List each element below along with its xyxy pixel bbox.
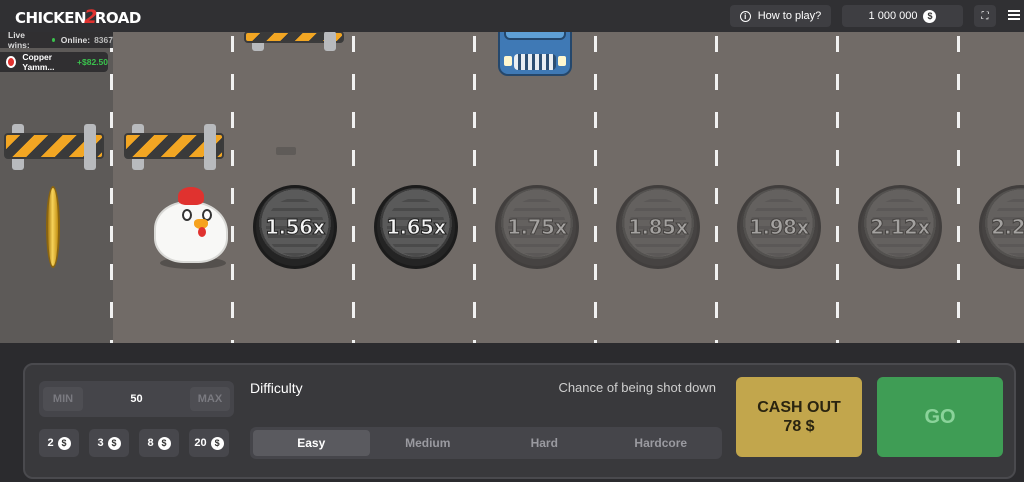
bet-amount-control: MIN 50 MAX xyxy=(39,381,234,417)
dollar-coin-icon: $ xyxy=(210,436,224,450)
multiplier-label: 2.28x xyxy=(991,215,1024,240)
difficulty-tab-hardcore[interactable]: Hardcore xyxy=(603,430,720,456)
lane-line xyxy=(231,0,234,343)
live-win-entry: Copper Yamm... +$82.50 xyxy=(0,52,108,72)
chance-label: Chance of being shot down xyxy=(558,380,716,395)
gold-coin-icon xyxy=(46,186,60,268)
multiplier-label: 1.75x xyxy=(507,215,568,240)
control-panel: MIN 50 MAX 2 $ 3 $ 8 $ 20 $ Difficulty C… xyxy=(0,343,1024,482)
balance-value: 1 000 000 xyxy=(868,10,918,22)
live-wins-label: Live wins: xyxy=(8,30,30,50)
manhole-multiplier[interactable]: 1.98x xyxy=(737,185,821,269)
info-icon: i xyxy=(739,10,751,22)
fullscreen-button[interactable]: ⛶ xyxy=(974,5,996,27)
dollar-coin-icon: $ xyxy=(57,436,71,450)
road-barrier xyxy=(4,124,104,170)
quick-bet-button[interactable]: 2 $ xyxy=(39,429,79,457)
winner-amount: +$82.50 xyxy=(77,57,108,67)
difficulty-label: Difficulty xyxy=(250,380,303,396)
difficulty-tabs: Easy Medium Hard Hardcore xyxy=(250,427,722,459)
winner-name: Copper Yamm... xyxy=(22,52,55,72)
quick-bet-value: 8 xyxy=(147,437,154,449)
avatar xyxy=(6,56,17,68)
manhole-multiplier[interactable]: 2.12x xyxy=(858,185,942,269)
max-bet-button[interactable]: MAX xyxy=(190,387,230,411)
road-barrier xyxy=(244,31,344,51)
dollar-coin-icon: $ xyxy=(157,436,171,450)
control-panel-box: MIN 50 MAX 2 $ 3 $ 8 $ 20 $ Difficulty C… xyxy=(23,363,1016,479)
game-logo: CHICKEN2ROAD xyxy=(15,6,141,28)
quick-bet-value: 20 xyxy=(194,437,207,449)
live-stats-bar: Live wins: Online: 8367 xyxy=(0,30,113,50)
multiplier-label: 2.12x xyxy=(870,215,931,240)
difficulty-tab-easy[interactable]: Easy xyxy=(253,430,370,456)
fullscreen-icon: ⛶ xyxy=(981,10,989,22)
hamburger-menu-icon[interactable] xyxy=(1008,10,1020,20)
game-app: 1.56x 1.65x 1.75x 1.85x 1.98x 2.12x 2.28… xyxy=(0,0,1024,482)
lane-line xyxy=(352,0,355,343)
lane-line xyxy=(957,0,960,343)
difficulty-tab-hard[interactable]: Hard xyxy=(486,430,603,456)
dollar-coin-icon: $ xyxy=(107,436,121,450)
road: 1.56x 1.65x 1.75x 1.85x 1.98x 2.12x 2.28… xyxy=(0,0,1024,343)
quick-bet-button[interactable]: 3 $ xyxy=(89,429,129,457)
lane-line xyxy=(836,0,839,343)
manhole-multiplier[interactable]: 1.85x xyxy=(616,185,700,269)
lane-line xyxy=(594,0,597,343)
quick-bet-button[interactable]: 20 $ xyxy=(189,429,229,457)
balance-display: 1 000 000 $ xyxy=(842,5,963,27)
lane-line xyxy=(110,0,113,343)
min-bet-button[interactable]: MIN xyxy=(43,387,83,411)
multiplier-label: 1.85x xyxy=(628,215,689,240)
cash-out-label: CASH OUT xyxy=(757,399,841,416)
quick-bet-value: 3 xyxy=(97,437,104,449)
how-to-play-label: How to play? xyxy=(757,10,822,22)
difficulty-tab-medium[interactable]: Medium xyxy=(370,430,487,456)
online-count: 8367 xyxy=(94,35,113,45)
road-debris xyxy=(276,147,296,155)
manhole-multiplier[interactable]: 1.56x xyxy=(253,185,337,269)
multiplier-label: 1.98x xyxy=(749,215,810,240)
bet-amount-input[interactable]: 50 xyxy=(89,381,184,417)
multiplier-label: 1.56x xyxy=(265,215,326,240)
manhole-multiplier[interactable]: 1.65x xyxy=(374,185,458,269)
how-to-play-button[interactable]: i How to play? xyxy=(730,5,831,27)
road-barrier xyxy=(124,124,224,170)
lane-line xyxy=(473,0,476,343)
quick-bet-value: 2 xyxy=(47,437,54,449)
cash-out-button[interactable]: CASH OUT 78 $ xyxy=(736,377,862,457)
chicken-player xyxy=(150,187,234,269)
multiplier-label: 1.65x xyxy=(386,215,447,240)
go-button[interactable]: GO xyxy=(877,377,1003,457)
manhole-multiplier[interactable]: 1.75x xyxy=(495,185,579,269)
online-dot-icon xyxy=(51,38,55,42)
header: CHICKEN2ROAD i How to play? 1 000 000 $ … xyxy=(0,0,1024,32)
dollar-coin-icon: $ xyxy=(923,9,937,23)
online-label: Online: xyxy=(60,35,91,45)
lane-line xyxy=(715,0,718,343)
quick-bet-button[interactable]: 8 $ xyxy=(139,429,179,457)
manhole-multiplier[interactable]: 2.28x xyxy=(979,185,1024,269)
cash-out-amount: 78 $ xyxy=(783,418,815,435)
